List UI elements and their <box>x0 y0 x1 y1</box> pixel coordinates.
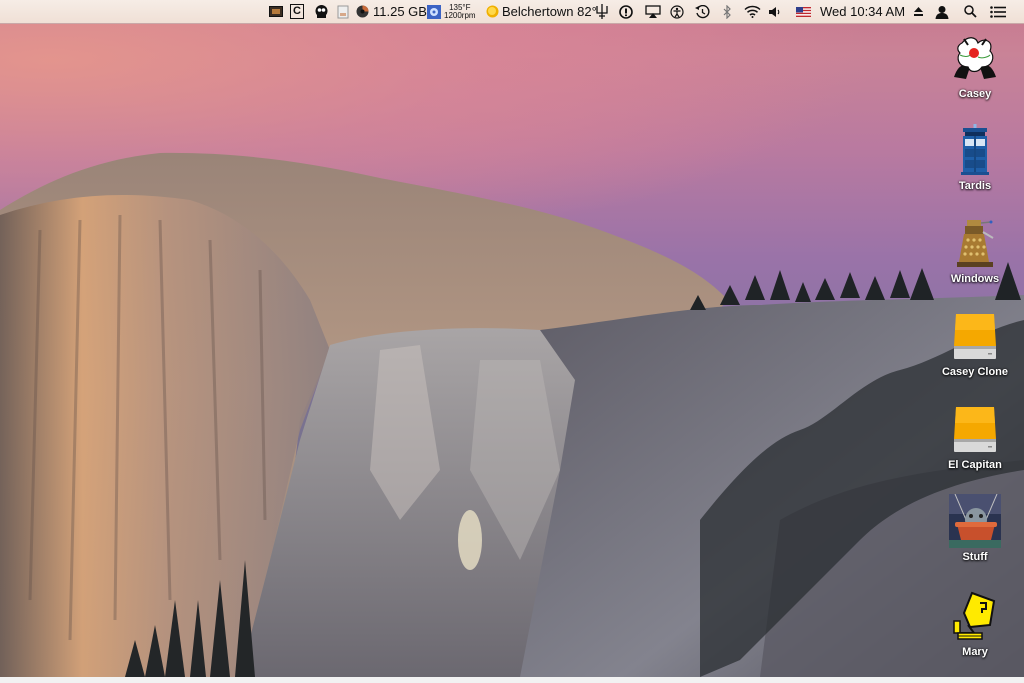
desktop-icon-el-capitan[interactable]: El Capitan <box>930 403 1020 471</box>
eject-icon[interactable] <box>911 0 925 23</box>
cartoon-cat-icon <box>949 32 1001 84</box>
el-capitan-wallpaper <box>0 152 1024 677</box>
wifi-icon[interactable] <box>743 0 761 23</box>
fan-icon <box>427 4 441 19</box>
info-circle-icon[interactable] <box>618 0 634 23</box>
desktop-icon-tardis[interactable]: Tardis <box>930 124 1020 192</box>
desktop-icon-casey[interactable]: Casey <box>930 32 1020 100</box>
us-flag-input-icon[interactable] <box>795 0 811 23</box>
user-icon[interactable] <box>934 0 950 23</box>
photo-chinchilla-icon <box>949 494 1001 548</box>
weather-sun-icon <box>486 5 499 18</box>
monster-app-icon[interactable] <box>312 0 330 23</box>
tardis-icon <box>949 124 1001 176</box>
ruler-app-icon[interactable] <box>594 0 610 23</box>
desktop-icon-stuff[interactable]: Stuff <box>930 494 1020 563</box>
screen-bottom-edge <box>0 677 1024 683</box>
disk-usage-icon <box>356 5 369 18</box>
menu-bar: C 11.25 GB 135°F 1200rpm Belchertown 82° <box>0 0 1024 24</box>
dalek-icon <box>949 217 1001 269</box>
desktop-icon-mary[interactable]: Mary <box>930 590 1020 658</box>
bluetooth-icon[interactable] <box>720 0 734 23</box>
external-drive-icon <box>949 310 1001 362</box>
c-app-icon[interactable]: C <box>289 0 305 23</box>
spotlight-search-icon[interactable] <box>962 0 978 23</box>
disk-usage-item[interactable]: 11.25 GB <box>356 0 427 23</box>
clock[interactable]: Wed 10:34 AM <box>820 0 905 23</box>
desktop-icon-casey-clone[interactable]: Casey Clone <box>930 310 1020 378</box>
document-app-icon[interactable] <box>336 0 350 23</box>
weather-item[interactable]: Belchertown 82° <box>486 0 597 23</box>
notification-center-icon[interactable] <box>989 0 1007 23</box>
airplay-icon[interactable] <box>644 0 662 23</box>
desktop-icon-windows[interactable]: Windows <box>930 217 1020 285</box>
volume-icon[interactable] <box>767 0 781 23</box>
accessibility-icon[interactable] <box>669 0 685 23</box>
pixel-hand-pointer-icon <box>949 590 1001 642</box>
desktop-wallpaper <box>0 0 1024 677</box>
time-machine-icon[interactable] <box>694 0 710 23</box>
external-drive-icon <box>949 403 1001 455</box>
photo-app-icon[interactable] <box>268 0 284 23</box>
fan-temp-item[interactable]: 135°F 1200rpm <box>427 0 476 23</box>
